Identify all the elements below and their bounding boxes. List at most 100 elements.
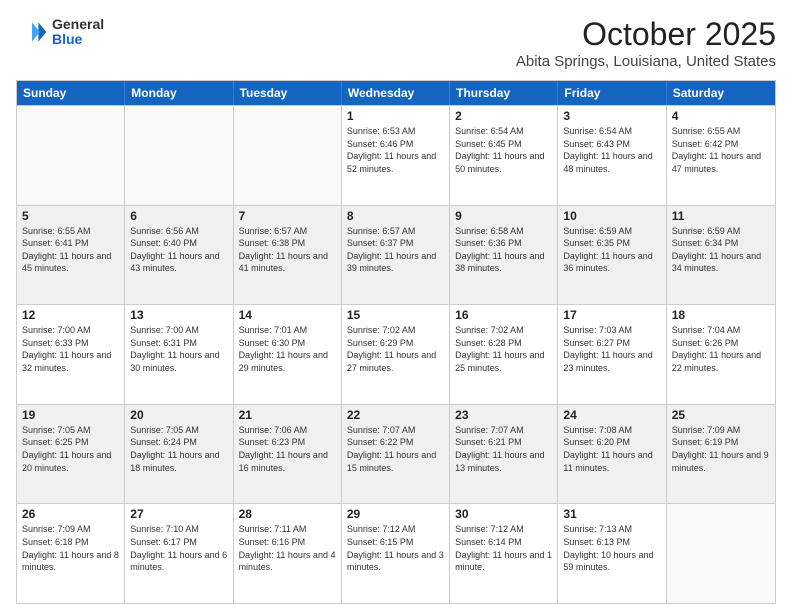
day-number: 5 xyxy=(22,209,119,223)
day-info: Sunrise: 7:00 AMSunset: 6:33 PMDaylight:… xyxy=(22,324,119,374)
day-info: Sunrise: 7:02 AMSunset: 6:28 PMDaylight:… xyxy=(455,324,552,374)
day-cell-18: 18 Sunrise: 7:04 AMSunset: 6:26 PMDayligh… xyxy=(667,305,775,404)
day-number: 9 xyxy=(455,209,552,223)
day-info: Sunrise: 7:06 AMSunset: 6:23 PMDaylight:… xyxy=(239,424,336,474)
day-cell-28: 28 Sunrise: 7:11 AMSunset: 6:16 PMDayligh… xyxy=(234,504,342,603)
day-info: Sunrise: 7:00 AMSunset: 6:31 PMDaylight:… xyxy=(130,324,227,374)
day-number: 20 xyxy=(130,408,227,422)
day-cell-10: 10 Sunrise: 6:59 AMSunset: 6:35 PMDayligh… xyxy=(558,206,666,305)
day-number: 22 xyxy=(347,408,444,422)
day-cell-23: 23 Sunrise: 7:07 AMSunset: 6:21 PMDayligh… xyxy=(450,405,558,504)
header-day-sunday: Sunday xyxy=(17,81,125,105)
day-info: Sunrise: 7:04 AMSunset: 6:26 PMDaylight:… xyxy=(672,324,770,374)
day-cell-26: 26Sunrise: 7:09 AMSunset: 6:18 PMDayligh… xyxy=(17,504,125,603)
day-info: Sunrise: 6:59 AMSunset: 6:35 PMDaylight:… xyxy=(563,225,660,275)
calendar-week-5: 26Sunrise: 7:09 AMSunset: 6:18 PMDayligh… xyxy=(17,503,775,603)
page-header: General Blue October 2025 Abita Springs,… xyxy=(16,16,776,70)
day-number: 25 xyxy=(672,408,770,422)
empty-cell xyxy=(125,106,233,205)
calendar-body: 1Sunrise: 6:53 AMSunset: 6:46 PMDaylight… xyxy=(17,105,775,603)
day-info: Sunrise: 7:08 AMSunset: 6:20 PMDaylight:… xyxy=(563,424,660,474)
header-day-wednesday: Wednesday xyxy=(342,81,450,105)
day-number: 23 xyxy=(455,408,552,422)
day-cell-24: 24Sunrise: 7:08 AMSunset: 6:20 PMDayligh… xyxy=(558,405,666,504)
day-cell-17: 17 Sunrise: 7:03 AMSunset: 6:27 PMDayligh… xyxy=(558,305,666,404)
day-number: 10 xyxy=(563,209,660,223)
header-day-monday: Monday xyxy=(125,81,233,105)
day-info: Sunrise: 7:13 AMSunset: 6:13 PMDaylight:… xyxy=(563,523,660,573)
day-number: 30 xyxy=(455,507,552,521)
day-info: Sunrise: 7:12 AMSunset: 6:14 PMDaylight:… xyxy=(455,523,552,573)
day-info: Sunrise: 7:02 AMSunset: 6:29 PMDaylight:… xyxy=(347,324,444,374)
month-title: October 2025 xyxy=(516,16,776,53)
calendar-week-1: 1Sunrise: 6:53 AMSunset: 6:46 PMDaylight… xyxy=(17,105,775,205)
calendar: SundayMondayTuesdayWednesdayThursdayFrid… xyxy=(16,80,776,604)
day-cell-25: 25 Sunrise: 7:09 AMSunset: 6:19 PMDayligh… xyxy=(667,405,775,504)
day-cell-1: 1Sunrise: 6:53 AMSunset: 6:46 PMDaylight… xyxy=(342,106,450,205)
day-info: Sunrise: 6:55 AMSunset: 6:42 PMDaylight:… xyxy=(672,125,770,175)
calendar-week-4: 19Sunrise: 7:05 AMSunset: 6:25 PMDayligh… xyxy=(17,404,775,504)
logo-blue: Blue xyxy=(52,32,104,47)
day-cell-19: 19Sunrise: 7:05 AMSunset: 6:25 PMDayligh… xyxy=(17,405,125,504)
day-info: Sunrise: 7:10 AMSunset: 6:17 PMDaylight:… xyxy=(130,523,227,573)
day-info: Sunrise: 7:11 AMSunset: 6:16 PMDaylight:… xyxy=(239,523,336,573)
day-number: 18 xyxy=(672,308,770,322)
day-number: 27 xyxy=(130,507,227,521)
day-number: 13 xyxy=(130,308,227,322)
logo-general: General xyxy=(52,17,104,32)
day-number: 12 xyxy=(22,308,119,322)
logo: General Blue xyxy=(16,16,104,48)
day-cell-13: 13 Sunrise: 7:00 AMSunset: 6:31 PMDayligh… xyxy=(125,305,233,404)
day-info: Sunrise: 6:54 AMSunset: 6:43 PMDaylight:… xyxy=(563,125,660,175)
day-info: Sunrise: 7:03 AMSunset: 6:27 PMDaylight:… xyxy=(563,324,660,374)
day-cell-7: 7 Sunrise: 6:57 AMSunset: 6:38 PMDaylight… xyxy=(234,206,342,305)
day-number: 4 xyxy=(672,109,770,123)
day-number: 15 xyxy=(347,308,444,322)
day-info: Sunrise: 7:09 AMSunset: 6:19 PMDaylight:… xyxy=(672,424,770,474)
header-day-saturday: Saturday xyxy=(667,81,775,105)
day-info: Sunrise: 6:58 AMSunset: 6:36 PMDaylight:… xyxy=(455,225,552,275)
day-info: Sunrise: 7:07 AMSunset: 6:21 PMDaylight:… xyxy=(455,424,552,474)
day-number: 6 xyxy=(130,209,227,223)
calendar-week-2: 5 Sunrise: 6:55 AMSunset: 6:41 PMDaylight… xyxy=(17,205,775,305)
day-info: Sunrise: 7:05 AMSunset: 6:24 PMDaylight:… xyxy=(130,424,227,474)
empty-cell xyxy=(234,106,342,205)
day-cell-14: 14Sunrise: 7:01 AMSunset: 6:30 PMDayligh… xyxy=(234,305,342,404)
day-cell-30: 30 Sunrise: 7:12 AMSunset: 6:14 PMDayligh… xyxy=(450,504,558,603)
day-cell-22: 22 Sunrise: 7:07 AMSunset: 6:22 PMDayligh… xyxy=(342,405,450,504)
day-number: 29 xyxy=(347,507,444,521)
day-cell-2: 2Sunrise: 6:54 AMSunset: 6:45 PMDaylight… xyxy=(450,106,558,205)
day-number: 21 xyxy=(239,408,336,422)
empty-cell xyxy=(667,504,775,603)
day-cell-8: 8 Sunrise: 6:57 AMSunset: 6:37 PMDaylight… xyxy=(342,206,450,305)
day-info: Sunrise: 7:12 AMSunset: 6:15 PMDaylight:… xyxy=(347,523,444,573)
day-info: Sunrise: 6:57 AMSunset: 6:38 PMDaylight:… xyxy=(239,225,336,275)
day-cell-31: 31 Sunrise: 7:13 AMSunset: 6:13 PMDayligh… xyxy=(558,504,666,603)
day-cell-29: 29 Sunrise: 7:12 AMSunset: 6:15 PMDayligh… xyxy=(342,504,450,603)
day-number: 3 xyxy=(563,109,660,123)
day-number: 8 xyxy=(347,209,444,223)
day-info: Sunrise: 6:54 AMSunset: 6:45 PMDaylight:… xyxy=(455,125,552,175)
day-info: Sunrise: 7:07 AMSunset: 6:22 PMDaylight:… xyxy=(347,424,444,474)
day-number: 7 xyxy=(239,209,336,223)
logo-text: General Blue xyxy=(52,17,104,48)
calendar-header: SundayMondayTuesdayWednesdayThursdayFrid… xyxy=(17,81,775,105)
day-cell-20: 20 Sunrise: 7:05 AMSunset: 6:24 PMDayligh… xyxy=(125,405,233,504)
day-info: Sunrise: 6:55 AMSunset: 6:41 PMDaylight:… xyxy=(22,225,119,275)
day-number: 17 xyxy=(563,308,660,322)
day-info: Sunrise: 6:59 AMSunset: 6:34 PMDaylight:… xyxy=(672,225,770,275)
day-number: 16 xyxy=(455,308,552,322)
day-number: 11 xyxy=(672,209,770,223)
header-day-tuesday: Tuesday xyxy=(234,81,342,105)
day-cell-9: 9 Sunrise: 6:58 AMSunset: 6:36 PMDaylight… xyxy=(450,206,558,305)
day-info: Sunrise: 7:01 AMSunset: 6:30 PMDaylight:… xyxy=(239,324,336,374)
day-cell-5: 5 Sunrise: 6:55 AMSunset: 6:41 PMDaylight… xyxy=(17,206,125,305)
day-info: Sunrise: 6:57 AMSunset: 6:37 PMDaylight:… xyxy=(347,225,444,275)
day-number: 28 xyxy=(239,507,336,521)
day-number: 31 xyxy=(563,507,660,521)
day-cell-16: 16 Sunrise: 7:02 AMSunset: 6:28 PMDayligh… xyxy=(450,305,558,404)
day-info: Sunrise: 6:53 AMSunset: 6:46 PMDaylight:… xyxy=(347,125,444,175)
day-info: Sunrise: 6:56 AMSunset: 6:40 PMDaylight:… xyxy=(130,225,227,275)
day-number: 26 xyxy=(22,507,119,521)
day-cell-6: 6 Sunrise: 6:56 AMSunset: 6:40 PMDaylight… xyxy=(125,206,233,305)
